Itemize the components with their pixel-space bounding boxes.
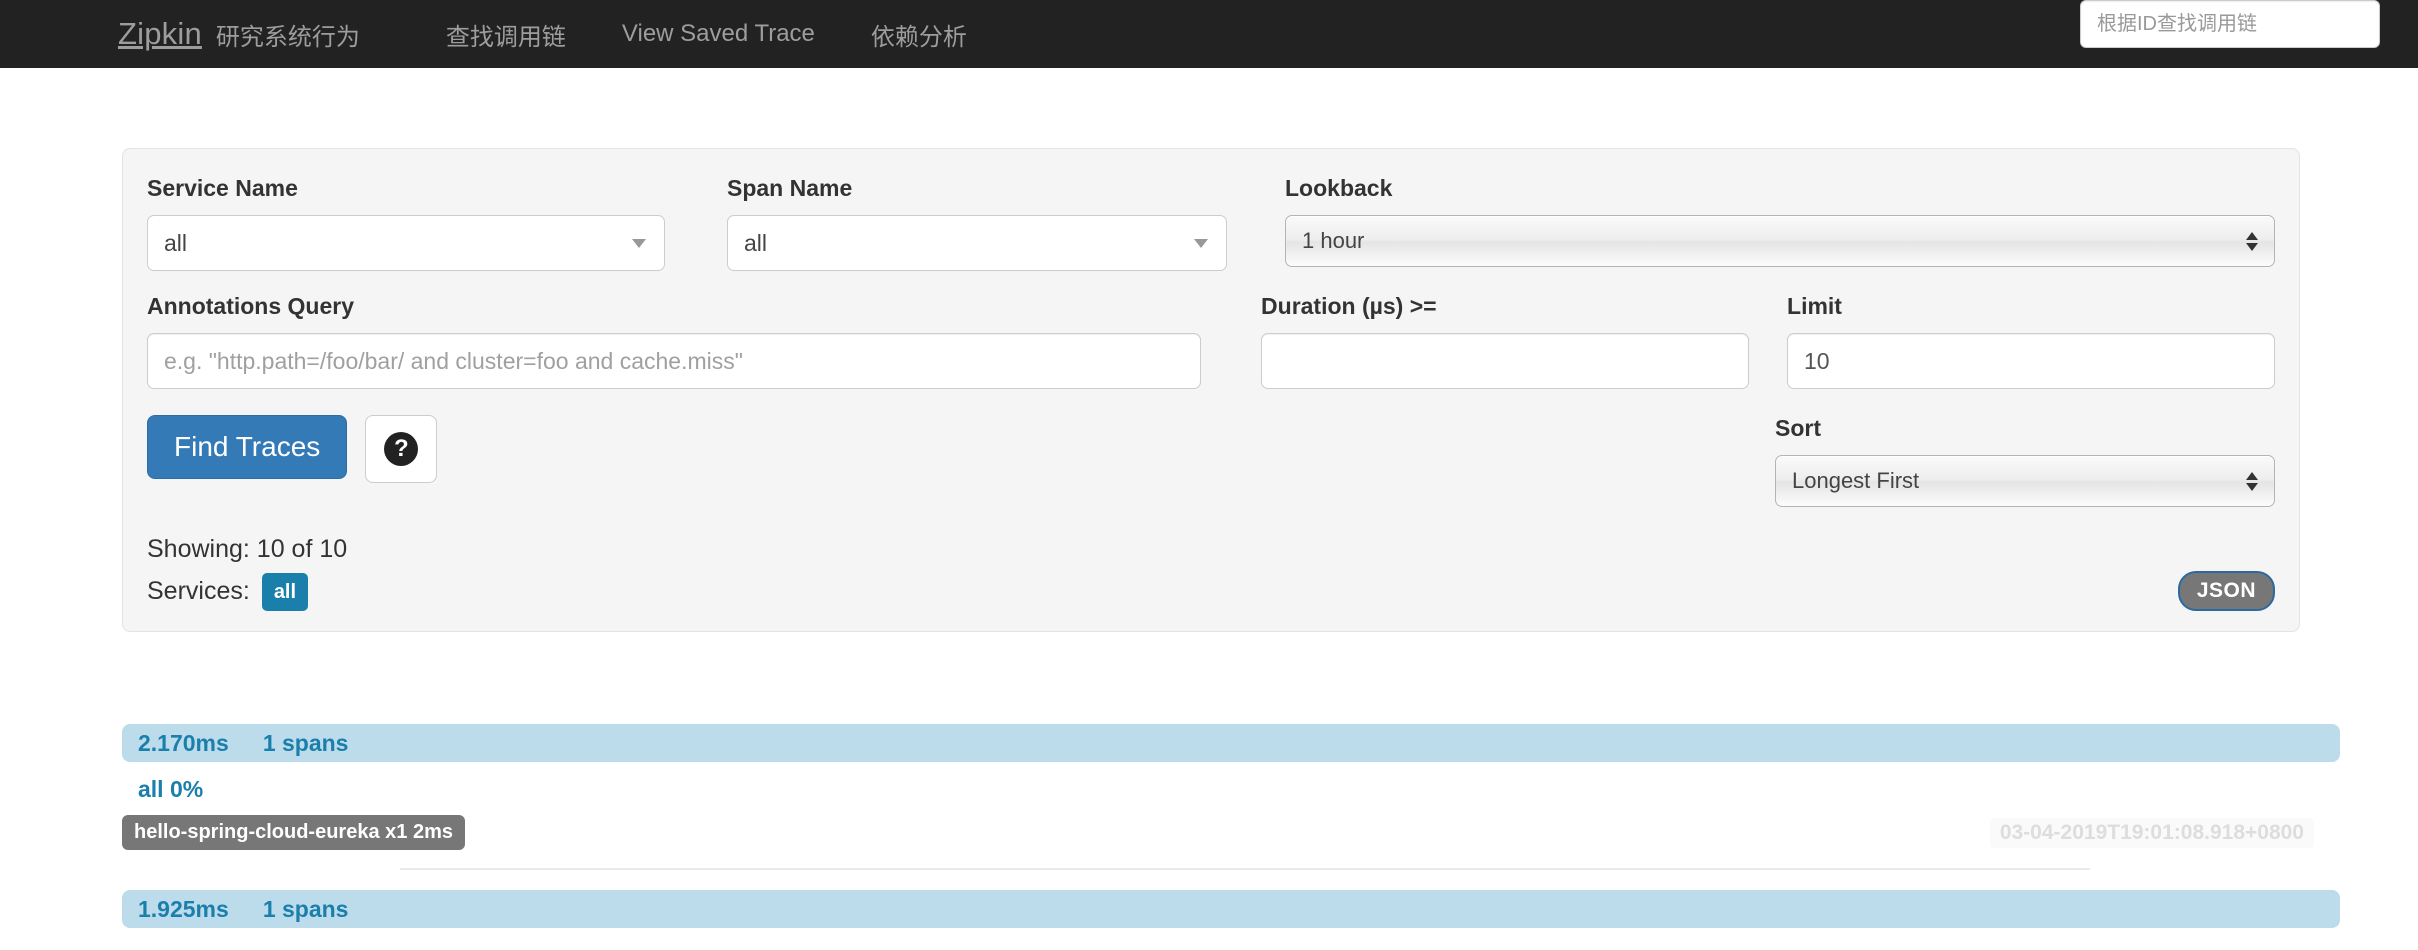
brand-subtitle: 研究系统行为 bbox=[215, 23, 360, 51]
trace-duration: 2.170ms bbox=[138, 729, 229, 756]
annotations-query-field: Annotations Query bbox=[147, 293, 1202, 389]
nav-links: 查找调用链 View Saved Trace 依赖分析 bbox=[418, 17, 995, 52]
meta-text-block: Showing: 10 of 10 Services: all bbox=[147, 531, 347, 611]
span-name-value: all bbox=[744, 229, 768, 256]
trace-result-row: 1.925ms 1 spans bbox=[122, 890, 2340, 928]
sort-value: Longest First bbox=[1792, 468, 1920, 493]
service-name-label: Service Name bbox=[147, 175, 298, 201]
limit-label: Limit bbox=[1787, 293, 1842, 319]
lookback-field: Lookback 1 hour bbox=[1285, 175, 2275, 271]
trace-duration: 1.925ms bbox=[138, 895, 229, 922]
question-mark-icon: ? bbox=[384, 432, 419, 466]
trace-results-list: 2.170ms 1 spans all 0% hello-spring-clou… bbox=[122, 724, 2340, 928]
json-button[interactable]: JSON bbox=[2177, 570, 2275, 611]
span-name-label: Span Name bbox=[727, 175, 853, 201]
lookback-select[interactable]: 1 hour bbox=[1285, 215, 2275, 267]
showing-count: Showing: 10 of 10 bbox=[147, 535, 348, 563]
lookback-value: 1 hour bbox=[1302, 228, 1365, 253]
nav-find-traces[interactable]: 查找调用链 bbox=[418, 17, 594, 52]
duration-field: Duration (µs) >= bbox=[1261, 293, 1750, 389]
results-meta: Showing: 10 of 10 Services: all JSON bbox=[147, 531, 2275, 611]
trace-percent: all 0% bbox=[138, 776, 204, 802]
services-badge[interactable]: all bbox=[261, 572, 309, 611]
chevron-down-icon bbox=[632, 238, 646, 248]
brand-logo[interactable]: Zipkin bbox=[118, 16, 202, 52]
trace-service-tag[interactable]: hello-spring-cloud-eureka x1 2ms bbox=[122, 815, 465, 850]
duration-label: Duration (µs) >= bbox=[1261, 293, 1437, 319]
spinner-arrows-icon bbox=[2246, 471, 2258, 491]
result-divider bbox=[400, 868, 2090, 870]
duration-input[interactable] bbox=[1261, 333, 1750, 389]
form-row-3: Find Traces ? Sort Longest First bbox=[147, 415, 2275, 507]
span-name-select[interactable]: all bbox=[727, 215, 1227, 271]
trace-summary-bar[interactable]: 2.170ms 1 spans bbox=[122, 724, 2340, 762]
services-label: Services: bbox=[147, 576, 250, 605]
sort-field: Sort Longest First bbox=[1775, 415, 2275, 507]
help-button[interactable]: ? bbox=[365, 415, 438, 483]
nav-dependencies[interactable]: 依赖分析 bbox=[843, 17, 995, 52]
sort-select[interactable]: Longest First bbox=[1775, 455, 2275, 507]
form-row-2: Annotations Query Duration (µs) >= Limit bbox=[147, 293, 2275, 389]
trace-span-count: 1 spans bbox=[262, 895, 349, 922]
trace-id-search-input[interactable] bbox=[2080, 0, 2380, 48]
service-name-value: all bbox=[164, 229, 188, 256]
service-name-select[interactable]: all bbox=[147, 215, 665, 271]
annotations-query-label: Annotations Query bbox=[147, 293, 355, 319]
sort-label: Sort bbox=[1775, 415, 1821, 441]
trace-footer: hello-spring-cloud-eureka x1 2ms 03-04-2… bbox=[122, 815, 2340, 850]
limit-input[interactable] bbox=[1787, 333, 2275, 389]
annotations-query-input[interactable] bbox=[147, 333, 1202, 389]
lookback-label: Lookback bbox=[1285, 175, 1393, 201]
trace-span-count: 1 spans bbox=[262, 729, 349, 756]
find-traces-button[interactable]: Find Traces bbox=[147, 415, 348, 479]
span-name-field: Span Name all bbox=[727, 175, 1227, 271]
services-line: Services: all bbox=[147, 572, 347, 611]
trace-timestamp: 03-04-2019T19:01:08.918+0800 bbox=[1989, 817, 2314, 848]
service-name-field: Service Name all bbox=[147, 175, 665, 271]
nav-view-saved-trace[interactable]: View Saved Trace bbox=[594, 20, 843, 48]
limit-field: Limit bbox=[1787, 293, 2275, 389]
trace-summary-bar[interactable]: 1.925ms 1 spans bbox=[122, 890, 2340, 928]
trace-result-row: 2.170ms 1 spans all 0% hello-spring-clou… bbox=[122, 724, 2340, 870]
top-navbar: Zipkin 研究系统行为 查找调用链 View Saved Trace 依赖分… bbox=[0, 0, 2418, 68]
search-form-panel: Service Name all Span Name all Lookback … bbox=[122, 148, 2300, 632]
spinner-arrows-icon bbox=[2246, 231, 2258, 251]
chevron-down-icon bbox=[1194, 238, 1208, 248]
form-row-1: Service Name all Span Name all Lookback … bbox=[147, 175, 2275, 271]
